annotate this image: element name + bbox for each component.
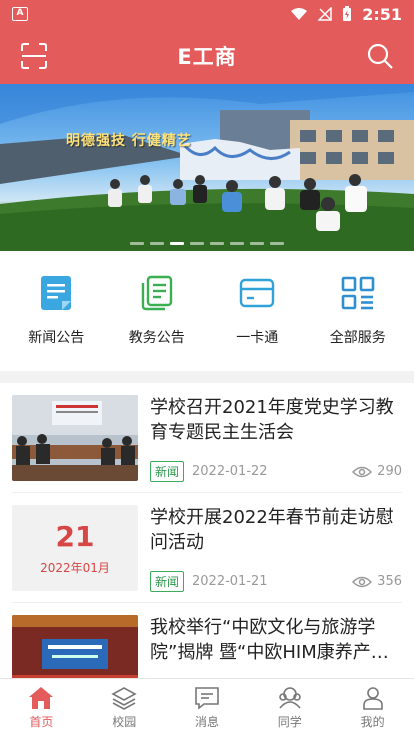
- news-thumbnail: [12, 395, 138, 481]
- banner-carousel[interactable]: 明德强技 行健精艺: [0, 84, 414, 251]
- news-item[interactable]: 学校召开2021年度党史学习教育专题民主生活会 新闻 2022-01-22 29…: [12, 383, 402, 493]
- news-date-thumbnail: 21 2022年01月: [12, 505, 138, 591]
- banner-image: [0, 84, 414, 251]
- tab-label: 同学: [277, 715, 302, 729]
- carousel-dot: [150, 242, 164, 245]
- app-notification-icon: A: [12, 7, 28, 21]
- thumbnail-month: 2022年01月: [40, 560, 110, 575]
- carousel-dot: [270, 242, 284, 245]
- tab-label: 消息: [194, 715, 219, 729]
- academic-notice-icon: [137, 273, 177, 313]
- quick-nav-label: 全部服务: [329, 330, 386, 346]
- thumbnail-day: 21: [55, 519, 95, 553]
- quick-nav-academic[interactable]: 教务公告: [112, 273, 202, 371]
- news-title: 学校召开2021年度党史学习教育专题民主生活会: [150, 397, 394, 443]
- search-icon: [367, 43, 393, 69]
- news-title: 学校开展2022年春节前走访慰问活动: [150, 507, 394, 553]
- search-button[interactable]: [364, 40, 396, 72]
- news-list: 学校召开2021年度党史学习教育专题民主生活会 新闻 2022-01-22 29…: [0, 383, 414, 678]
- tab-label: 我的: [360, 715, 385, 729]
- carousel-dot: [230, 242, 244, 245]
- news-tag: 新闻: [150, 461, 185, 482]
- card-icon: [237, 273, 277, 313]
- grid-icon: [338, 273, 378, 313]
- tab-home[interactable]: 首页: [0, 679, 83, 736]
- news-title: 我校举行“中欧文化与旅游学院”揭牌 暨“中欧HIM康养产…: [150, 617, 389, 663]
- scan-button[interactable]: [18, 40, 50, 72]
- news-views-count: 356: [377, 574, 402, 589]
- tab-label: 校园: [112, 715, 137, 729]
- quick-nav-news[interactable]: 新闻公告: [11, 273, 101, 371]
- carousel-dot: [190, 242, 204, 245]
- news-item[interactable]: 21 2022年01月 学校开展2022年春节前走访慰问活动 新闻 2022-0…: [12, 493, 402, 603]
- carousel-dot: [130, 242, 144, 245]
- news-meta: 新闻 2022-01-21 356: [150, 571, 402, 592]
- news-body: 我校举行“中欧文化与旅游学院”揭牌 暨“中欧HIM康养产…: [150, 615, 402, 678]
- battery-charging-icon: [343, 6, 352, 21]
- carousel-indicator: [0, 242, 414, 245]
- tab-label: 首页: [29, 715, 54, 729]
- message-icon: [195, 687, 219, 710]
- carousel-dot: [210, 242, 224, 245]
- tab-profile[interactable]: 我的: [331, 679, 414, 736]
- quick-nav-label: 教务公告: [128, 330, 185, 346]
- app-root: A 2:51 E工商 明德强技 行健精艺 新闻公告 教务公告 一卡通 全部服务 …: [0, 0, 414, 736]
- news-icon: [36, 273, 76, 313]
- news-views: 356: [352, 574, 402, 589]
- campus-layers-icon: [111, 687, 137, 710]
- tab-classmates[interactable]: 同学: [248, 679, 331, 736]
- wifi-icon: [291, 8, 308, 20]
- news-views: 290: [352, 464, 402, 479]
- news-body: 学校召开2021年度党史学习教育专题民主生活会 新闻 2022-01-22 29…: [150, 395, 402, 492]
- eye-icon: [352, 466, 373, 477]
- news-tag: 新闻: [150, 571, 185, 592]
- news-thumbnail: [12, 615, 138, 678]
- carousel-dot-active: [170, 242, 184, 245]
- profile-icon: [362, 687, 383, 710]
- quick-nav-all-services[interactable]: 全部服务: [313, 273, 403, 371]
- tab-campus[interactable]: 校园: [83, 679, 166, 736]
- news-views-count: 290: [377, 464, 402, 479]
- home-icon: [29, 687, 54, 709]
- quick-nav-label: 新闻公告: [28, 330, 85, 346]
- page-title: E工商: [177, 45, 237, 69]
- no-signal-icon: [318, 7, 332, 21]
- quick-nav-card[interactable]: 一卡通: [212, 273, 302, 371]
- bottom-tab-bar: 首页 校园 消息 同学 我的: [0, 678, 414, 736]
- carousel-dot: [250, 242, 264, 245]
- news-item[interactable]: 我校举行“中欧文化与旅游学院”揭牌 暨“中欧HIM康养产…: [12, 603, 402, 678]
- status-icons: 2:51: [290, 5, 402, 24]
- news-date: 2022-01-22: [192, 464, 268, 479]
- news-date: 2022-01-21: [192, 574, 268, 589]
- banner-slogan: 明德强技 行健精艺: [66, 133, 192, 149]
- app-header: E工商: [0, 28, 414, 84]
- eye-icon: [352, 576, 373, 587]
- quick-nav: 新闻公告 教务公告 一卡通 全部服务: [0, 251, 414, 371]
- news-meta: 新闻 2022-01-22 290: [150, 461, 402, 482]
- tab-messages[interactable]: 消息: [166, 679, 249, 736]
- news-body: 学校开展2022年春节前走访慰问活动 新闻 2022-01-21 356: [150, 505, 402, 602]
- clock: 2:51: [362, 4, 402, 24]
- status-bar: A 2:51: [0, 0, 414, 28]
- scan-icon: [21, 43, 47, 69]
- classmates-icon: [278, 687, 301, 709]
- quick-nav-label: 一卡通: [236, 330, 279, 346]
- section-divider: [0, 371, 414, 383]
